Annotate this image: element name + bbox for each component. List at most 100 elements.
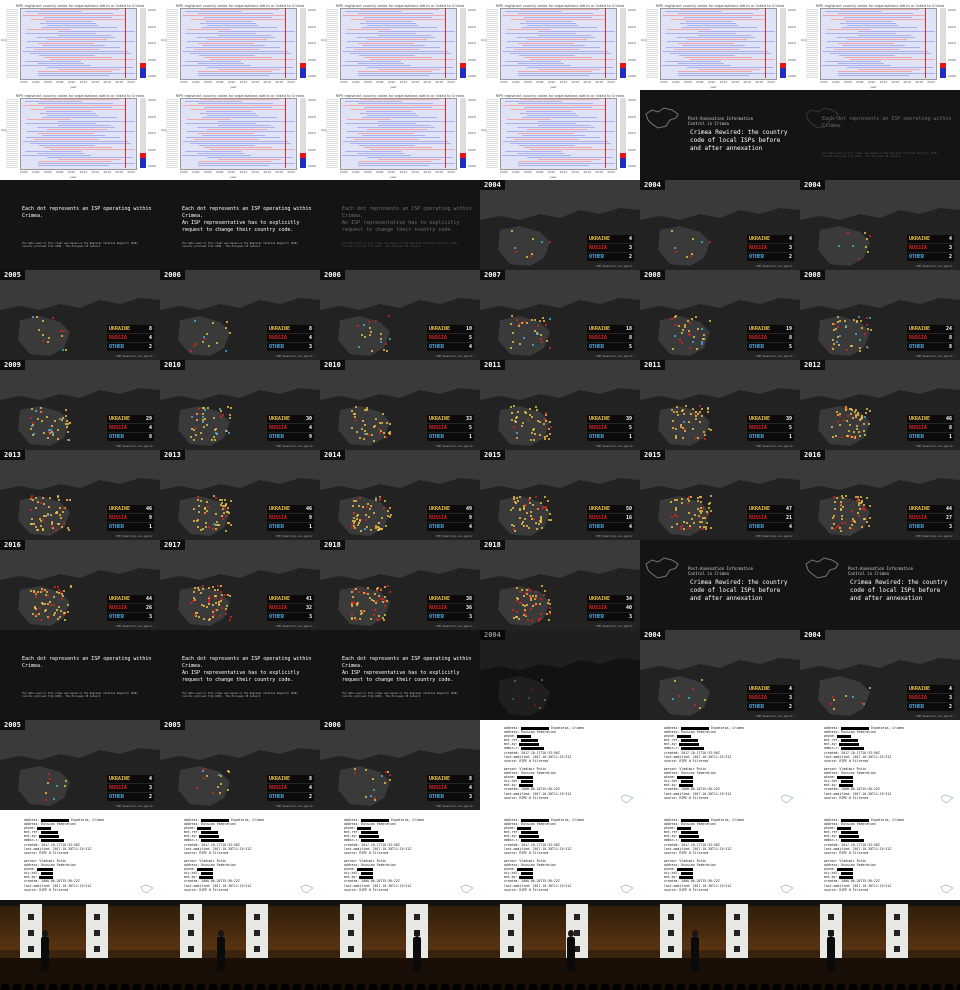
org-timeline-bar — [526, 129, 587, 130]
org-timeline-bar — [189, 53, 292, 54]
isp-dot — [353, 767, 356, 770]
legend-russia-count: 3 — [948, 245, 952, 251]
legend-other: OTHER 3 — [587, 613, 634, 621]
intro-text: Each dot represents an ISP operating wit… — [22, 656, 152, 669]
legend-russia-count: 40 — [625, 605, 632, 611]
y-axis-label: Org — [481, 38, 487, 42]
org-timeline-bar — [518, 145, 576, 146]
org-timeline-bar — [37, 13, 114, 14]
isp-dot — [674, 509, 677, 512]
legend-ukraine-count: 8 — [148, 326, 152, 332]
isp-dot — [844, 694, 847, 697]
y-axis-label: Org — [1, 128, 7, 132]
redacted-value — [841, 818, 870, 822]
pillar — [726, 904, 748, 964]
whois-record: address: Evpatoria, Crimea address: Russi… — [184, 818, 264, 892]
org-timeline-bar — [527, 157, 613, 158]
isp-dot — [863, 429, 866, 432]
org-timeline-bar — [46, 115, 98, 116]
isp-dot — [684, 323, 687, 326]
org-timeline-bar — [363, 17, 433, 18]
title-content: Post-Annexation Information Control in C… — [640, 90, 800, 180]
org-timeline-bar — [345, 151, 402, 152]
x-tick: 2018 — [275, 170, 284, 174]
whois-record: address: Evpatoria, Crimea address: Russi… — [504, 818, 584, 892]
legend-other-label: OTHER — [909, 704, 925, 710]
isp-dot — [357, 590, 360, 593]
legend-ukraine-label: UKRAINE — [749, 416, 771, 422]
isp-dot — [859, 495, 862, 498]
legend-ukraine-count: 4 — [788, 686, 792, 692]
isp-dot — [513, 529, 516, 532]
isp-dot — [53, 611, 56, 614]
redacted-value — [521, 779, 534, 783]
isp-dot — [205, 332, 208, 335]
scale-tick: 2005 — [148, 147, 156, 152]
legend-other: OTHER 5 — [587, 343, 634, 351]
whois-value: RIPE # Filtered — [839, 850, 869, 855]
frame-tile: 2006 UKRAINE 10 RUSSIA 5 OTHER 4 HOM Questions … — [320, 270, 480, 360]
isp-dot — [549, 425, 552, 428]
isp-dot — [680, 498, 683, 501]
color-scale-labels: 2020 2015 2010 2005 2000 — [148, 98, 156, 168]
legend-russia-count: 27 — [945, 515, 952, 521]
org-timeline-bar — [664, 33, 736, 34]
redacted-value — [519, 875, 534, 879]
isp-dot — [513, 680, 516, 683]
legend-ukraine-label: UKRAINE — [269, 416, 291, 422]
org-timeline-bar — [23, 15, 125, 16]
map-credit: HOM Questions are approx. — [916, 535, 954, 538]
legend-russia-label: RUSSIA — [589, 335, 608, 341]
org-timeline-bar — [206, 21, 252, 22]
frame-tile: address: Evpatoria, Crimea address: Russi… — [480, 810, 640, 900]
legend-russia-count: 5 — [628, 425, 632, 431]
x-tick: 2012 — [239, 170, 248, 174]
org-timeline-bar — [677, 71, 753, 72]
scale-blue — [940, 68, 946, 78]
org-timeline-bar — [181, 155, 251, 156]
org-timeline-bar — [58, 159, 121, 160]
isp-dot — [351, 595, 354, 598]
isp-dot — [698, 520, 701, 523]
isp-dot — [31, 315, 34, 318]
legend-ukraine: UKRAINE 8 — [267, 325, 314, 333]
redacted-value — [41, 818, 70, 822]
redacted-value — [41, 871, 54, 875]
whois-value: Evpatoria, Crimea — [711, 726, 744, 730]
org-timeline-bar — [356, 127, 436, 128]
isp-dot — [838, 526, 841, 529]
isp-legend: UKRAINE 8 RUSSIA 4 OTHER 2 — [267, 775, 314, 802]
org-timeline-bar — [38, 145, 96, 146]
org-timeline-bar — [346, 137, 441, 138]
scale-blue — [300, 68, 306, 78]
org-timeline-bar — [681, 45, 745, 46]
map-credit: HOM Questions are approx. — [276, 805, 314, 808]
isp-dot — [59, 516, 62, 519]
frame-tile: address: Evpatoria, Crimea address: Russi… — [800, 810, 960, 900]
redacted-value — [361, 818, 390, 822]
crimea-outline — [645, 107, 679, 129]
frame-tile: 2007 UKRAINE 18 RUSSIA 8 OTHER 5 HOM Questions … — [480, 270, 640, 360]
legend-ukraine: UKRAINE 4 — [907, 685, 954, 693]
isp-dot — [64, 408, 67, 411]
isp-dot — [32, 433, 35, 436]
legend-other-label: OTHER — [429, 434, 445, 440]
isp-dot — [224, 613, 227, 616]
isp-dot — [203, 335, 206, 338]
isp-dot — [531, 619, 534, 622]
legend-ukraine-label: UKRAINE — [909, 506, 931, 512]
map-credit: HOM Questions are approx. — [436, 355, 474, 358]
org-timeline-bar — [367, 67, 453, 68]
legend-ukraine-label: UKRAINE — [589, 236, 611, 242]
legend-russia-count: 8 — [948, 335, 952, 341]
org-timeline-bar — [197, 71, 273, 72]
isp-dot — [222, 511, 225, 514]
isp-dot — [701, 342, 704, 345]
org-timeline-bar — [537, 121, 615, 122]
isp-dot — [709, 428, 712, 431]
legend-ukraine: UKRAINE 8 — [427, 775, 474, 783]
legend-other: OTHER 1 — [267, 523, 314, 531]
isp-dot — [228, 332, 231, 335]
year-label: 2007 — [480, 270, 505, 280]
isp-dot — [216, 585, 219, 588]
